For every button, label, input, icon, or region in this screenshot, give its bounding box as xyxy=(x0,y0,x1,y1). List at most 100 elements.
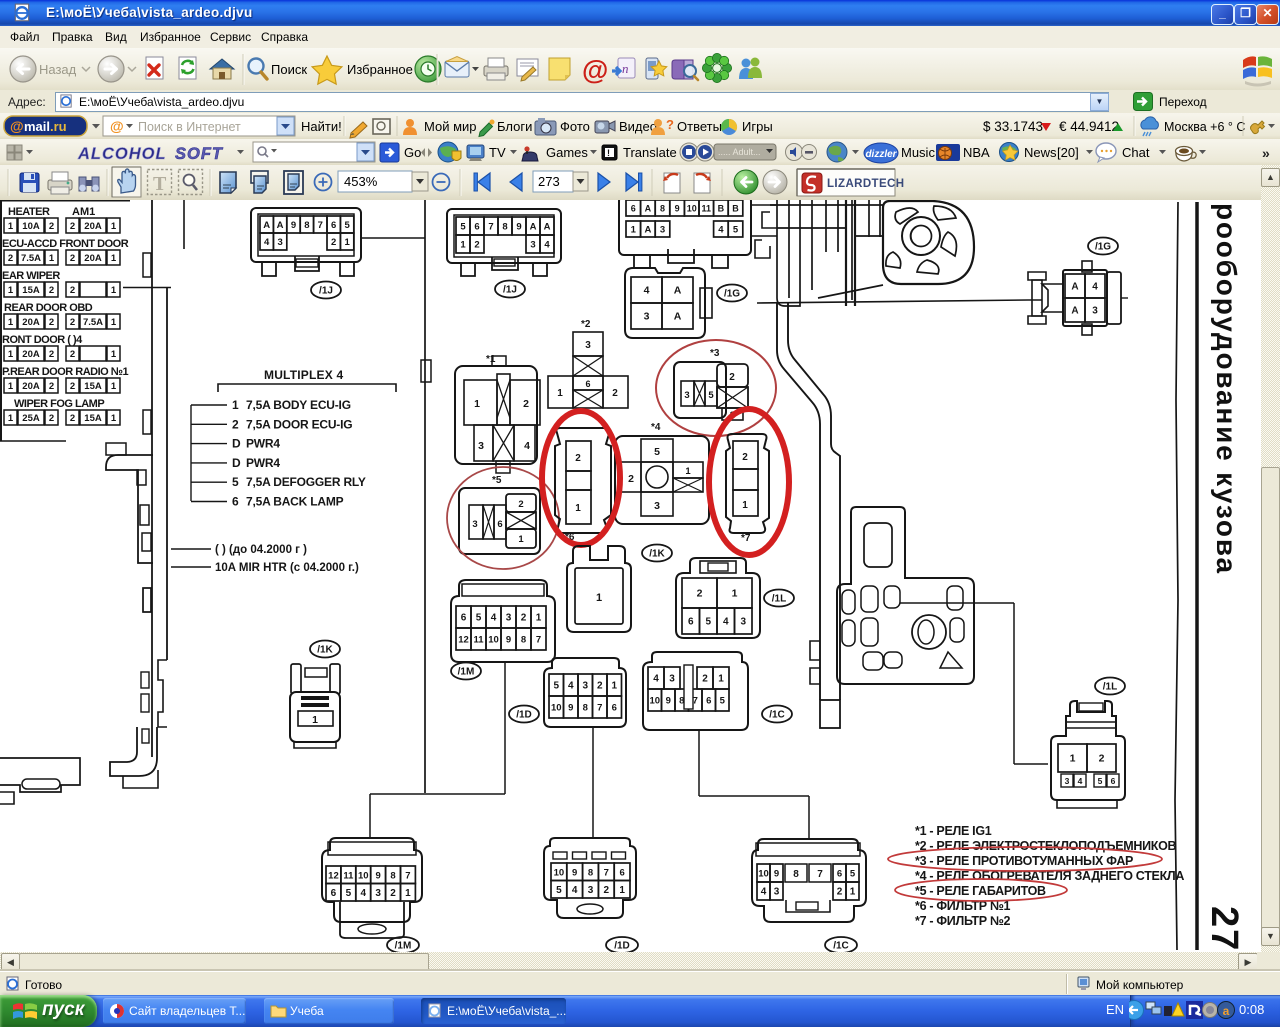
svg-text:2: 2 xyxy=(597,681,603,692)
svg-text:7,5A BODY ECU-IG: 7,5A BODY ECU-IG xyxy=(246,398,351,412)
svg-text:/1K: /1K xyxy=(317,645,333,656)
svg-text:3: 3 xyxy=(1065,776,1070,786)
svg-text:20A: 20A xyxy=(84,253,102,264)
svg-text:*2: *2 xyxy=(581,319,591,330)
svg-text:12: 12 xyxy=(328,870,339,881)
svg-text:6: 6 xyxy=(837,869,842,880)
svg-text:2: 2 xyxy=(331,237,336,248)
svg-text:@: @ xyxy=(582,55,608,85)
svg-text:4: 4 xyxy=(264,237,270,248)
svg-text:1: 1 xyxy=(536,613,542,624)
svg-text:2: 2 xyxy=(390,888,396,899)
svg-text:3: 3 xyxy=(375,888,381,899)
svg-text:1: 1 xyxy=(619,885,625,896)
svg-text:11: 11 xyxy=(473,635,484,646)
svg-text:6: 6 xyxy=(331,888,337,899)
svg-text:2: 2 xyxy=(604,885,610,896)
svg-text:5: 5 xyxy=(708,390,714,401)
svg-text:@: @ xyxy=(110,118,124,134)
svg-text:2: 2 xyxy=(70,349,75,360)
svg-text:/1L: /1L xyxy=(1103,682,1117,693)
svg-text:7,5A DOOR ECU-IG: 7,5A DOOR ECU-IG xyxy=(246,417,352,431)
svg-text:4: 4 xyxy=(524,440,530,452)
svg-text:2: 2 xyxy=(628,473,634,485)
svg-text:4: 4 xyxy=(718,225,724,236)
svg-text:HEATER: HEATER xyxy=(8,206,50,218)
svg-text:10: 10 xyxy=(551,703,562,714)
svg-text:Блоги: Блоги xyxy=(497,119,532,134)
svg-text:5: 5 xyxy=(654,446,660,458)
svg-text:/1L: /1L xyxy=(772,594,786,605)
svg-text:ECU-ACCD FRONT DOOR: ECU-ACCD FRONT DOOR xyxy=(2,238,129,250)
svg-text:/1C: /1C xyxy=(833,941,849,952)
svg-text:/1D: /1D xyxy=(614,941,630,952)
svg-text:9: 9 xyxy=(376,870,381,881)
svg-text:2: 2 xyxy=(1099,753,1105,765)
svg-text:Translate: Translate xyxy=(623,145,677,160)
svg-text:7: 7 xyxy=(604,867,609,878)
svg-text:6: 6 xyxy=(688,617,694,628)
svg-text:9: 9 xyxy=(291,220,296,231)
svg-text:1: 1 xyxy=(611,681,617,692)
svg-text:27: 27 xyxy=(1203,906,1245,952)
svg-text:273: 273 xyxy=(538,174,560,189)
svg-text:3: 3 xyxy=(582,681,588,692)
svg-text:dizzler: dizzler xyxy=(865,149,897,160)
svg-text:7.5A: 7.5A xyxy=(21,253,41,264)
svg-text:/1G: /1G xyxy=(724,289,740,300)
svg-text:SOFT: SOFT xyxy=(175,145,224,163)
svg-text:20A: 20A xyxy=(22,349,40,360)
svg-text:10: 10 xyxy=(687,204,697,214)
svg-text:1: 1 xyxy=(1070,753,1076,765)
svg-text:4: 4 xyxy=(360,888,366,899)
svg-text:5: 5 xyxy=(232,475,239,489)
svg-text:25A: 25A xyxy=(22,413,40,424)
svg-text:3: 3 xyxy=(506,613,512,624)
svg-text:8: 8 xyxy=(793,869,799,880)
svg-text:Chat: Chat xyxy=(1122,145,1150,160)
svg-text:2: 2 xyxy=(474,240,479,251)
svg-text:6: 6 xyxy=(612,703,617,714)
svg-text:7: 7 xyxy=(536,635,541,646)
svg-text:3: 3 xyxy=(1092,306,1098,317)
svg-text:1: 1 xyxy=(631,225,637,236)
svg-text:$ 33.1743: $ 33.1743 xyxy=(983,119,1043,134)
svg-text:6: 6 xyxy=(331,220,336,231)
svg-text:LIZARDTECH: LIZARDTECH xyxy=(827,178,904,190)
svg-text:»: » xyxy=(1262,145,1270,161)
svg-text:1: 1 xyxy=(850,887,856,898)
svg-text:Поиск в Интернет: Поиск в Интернет xyxy=(138,120,241,134)
svg-text:2: 2 xyxy=(575,453,581,464)
svg-text:A: A xyxy=(674,285,682,297)
svg-text:*5 - РЕЛЕ ГАБАРИТОВ: *5 - РЕЛЕ ГАБАРИТОВ xyxy=(915,884,1046,898)
svg-text:2: 2 xyxy=(49,381,54,392)
svg-text:*2 - РЕЛЕ ЭЛЕКТРОСТЕКЛОПОДЪЕМН: *2 - РЕЛЕ ЭЛЕКТРОСТЕКЛОПОДЪЕМНИКОВ xyxy=(915,839,1177,853)
svg-text:1: 1 xyxy=(685,466,691,477)
svg-text:1: 1 xyxy=(111,221,117,232)
svg-text:9: 9 xyxy=(675,204,680,214)
svg-text:D: D xyxy=(232,456,241,470)
svg-text:*3: *3 xyxy=(710,348,720,359)
svg-text:9: 9 xyxy=(568,703,573,714)
svg-text:*5: *5 xyxy=(492,475,502,486)
svg-text:8: 8 xyxy=(521,635,526,646)
svg-text:Найти!: Найти! xyxy=(301,119,342,134)
svg-text:2: 2 xyxy=(697,588,703,600)
svg-text:7: 7 xyxy=(405,870,410,881)
svg-text:2: 2 xyxy=(837,887,843,898)
svg-text:20A: 20A xyxy=(84,221,102,232)
svg-text:2: 2 xyxy=(70,221,75,232)
svg-text:1: 1 xyxy=(111,285,117,296)
svg-text:7: 7 xyxy=(817,869,823,880)
svg-text:PWR4: PWR4 xyxy=(246,456,280,470)
svg-text:A: A xyxy=(277,220,284,231)
svg-text:3: 3 xyxy=(684,390,689,401)
svg-text:5: 5 xyxy=(476,613,482,624)
svg-text:12: 12 xyxy=(458,635,469,646)
svg-text:7: 7 xyxy=(597,703,602,714)
svg-text:8: 8 xyxy=(502,222,507,233)
svg-text:1: 1 xyxy=(596,592,602,604)
svg-text:6: 6 xyxy=(497,519,502,530)
svg-text:RONT DOOR ( )4: RONT DOOR ( )4 xyxy=(2,334,83,346)
svg-text:Видео: Видео xyxy=(619,119,657,134)
